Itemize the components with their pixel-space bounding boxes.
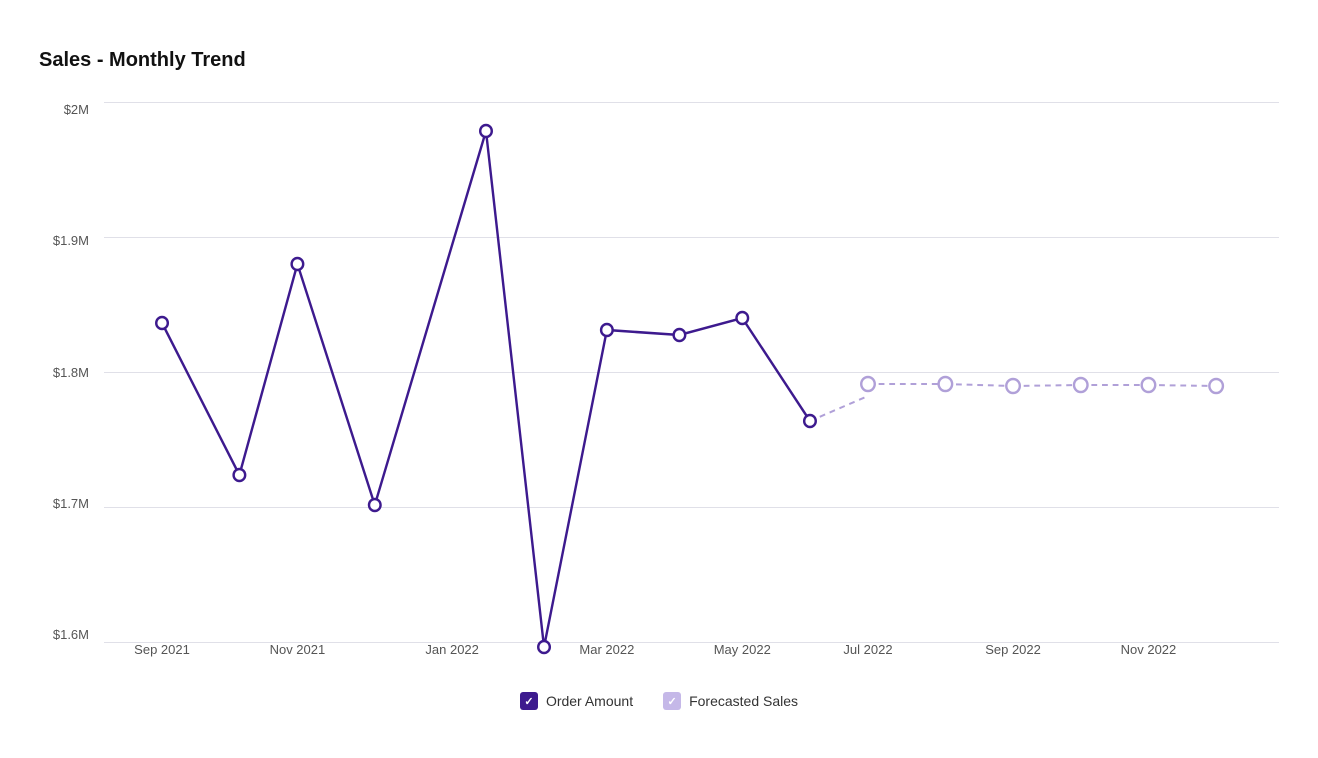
y-axis: $2M $1.9M $1.8M $1.7M $1.6M bbox=[39, 102, 99, 642]
dot-jan2022-peak bbox=[480, 125, 492, 137]
chart-title: Sales - Monthly Trend bbox=[39, 49, 1279, 72]
dot-jun2022 bbox=[804, 415, 816, 427]
chart-legend: ✓ Order Amount ✓ Forecasted Sales bbox=[39, 692, 1279, 710]
y-label-3: $1.8M bbox=[53, 365, 89, 380]
x-label-jan2022: Jan 2022 bbox=[425, 642, 479, 657]
dot-mar2022 bbox=[601, 324, 613, 336]
legend-item-order-amount: ✓ Order Amount bbox=[520, 692, 633, 710]
y-label-2: $1.7M bbox=[53, 496, 89, 511]
legend-item-forecasted-sales: ✓ Forecasted Sales bbox=[663, 692, 798, 710]
order-amount-line bbox=[162, 131, 810, 647]
dot-jul2022-forecast bbox=[861, 377, 875, 391]
dot-dec2022-forecast bbox=[1209, 379, 1223, 393]
dot-apr2022 bbox=[674, 329, 686, 341]
x-axis: Sep 2021 Nov 2021 Jan 2022 Mar 2022 May … bbox=[104, 642, 1279, 682]
legend-checkmark-order: ✓ bbox=[524, 695, 533, 708]
dot-sep2021 bbox=[156, 317, 168, 329]
x-label-sep2022: Sep 2022 bbox=[985, 642, 1041, 657]
chart-area: $2M $1.9M $1.8M $1.7M $1.6M bbox=[39, 102, 1279, 682]
x-label-sep2021: Sep 2021 bbox=[134, 642, 190, 657]
legend-icon-forecasted-sales: ✓ bbox=[663, 692, 681, 710]
forecast-line-3 bbox=[1013, 385, 1081, 386]
x-label-nov2022: Nov 2022 bbox=[1121, 642, 1177, 657]
forecast-line-5 bbox=[1148, 385, 1216, 386]
y-label-1: $1.6M bbox=[53, 627, 89, 642]
x-label-mar2022: Mar 2022 bbox=[579, 642, 634, 657]
x-label-jul2022: Jul 2022 bbox=[843, 642, 892, 657]
dot-nov2022-forecast bbox=[1142, 378, 1156, 392]
chart-container: Sales - Monthly Trend $2M $1.9M $1.8M $1… bbox=[19, 19, 1299, 739]
chart-inner bbox=[104, 102, 1279, 642]
legend-icon-order-amount: ✓ bbox=[520, 692, 538, 710]
dot-oct2021 bbox=[234, 469, 246, 481]
legend-label-order-amount: Order Amount bbox=[546, 693, 633, 709]
dot-may2022 bbox=[736, 312, 748, 324]
legend-label-forecasted-sales: Forecasted Sales bbox=[689, 693, 798, 709]
y-label-4: $1.9M bbox=[53, 233, 89, 248]
dot-sep2022-forecast bbox=[1006, 379, 1020, 393]
chart-svg bbox=[104, 102, 1279, 642]
x-label-nov2021: Nov 2021 bbox=[270, 642, 326, 657]
legend-checkmark-forecast: ✓ bbox=[667, 695, 676, 708]
x-label-may2022: May 2022 bbox=[714, 642, 771, 657]
dot-dec2021 bbox=[369, 499, 381, 511]
forecast-line-2 bbox=[945, 384, 1013, 386]
dot-nov2021 bbox=[292, 258, 304, 270]
forecast-line-start bbox=[810, 396, 868, 421]
dot-oct2022-forecast bbox=[1074, 378, 1088, 392]
y-label-5: $2M bbox=[64, 102, 89, 117]
dot-aug2022-forecast bbox=[939, 377, 953, 391]
